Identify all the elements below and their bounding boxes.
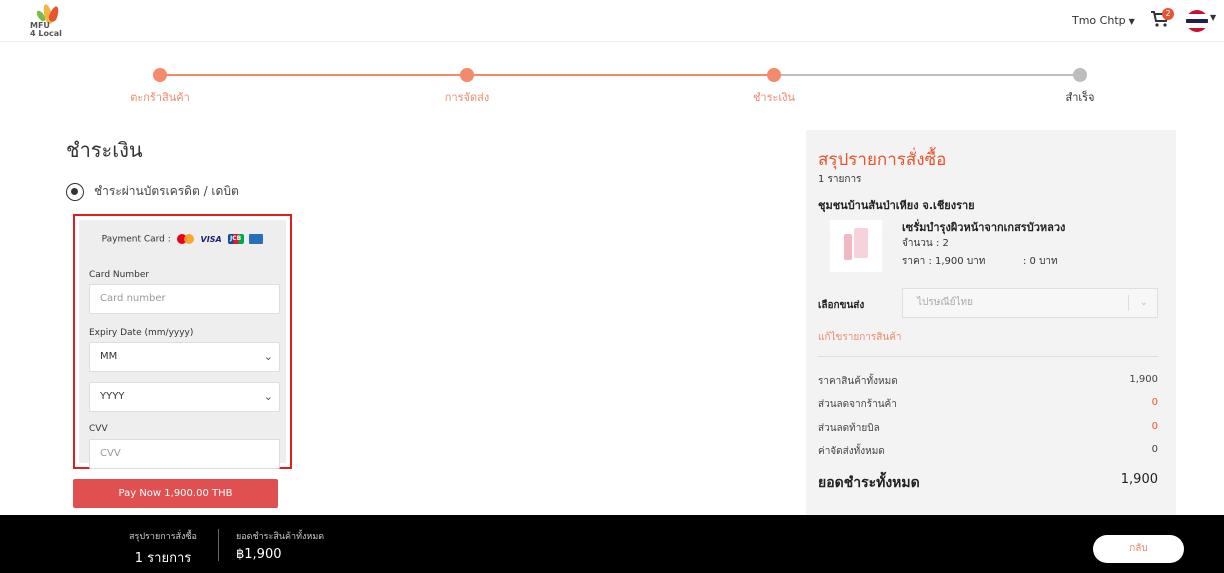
card-form-highlight: Payment Card : VISA JCB Card Number Card… <box>73 214 292 469</box>
footer-total-label: ยอดชำระสินค้าทั้งหมด <box>236 532 325 542</box>
cvv-label: CVV <box>89 424 108 434</box>
top-header: MFU 4 Local Tmo Chtp ▼ 2 ▼ <box>0 0 1224 42</box>
grand-total-row: ยอดชำระทั้งหมด 1,900 <box>818 472 1158 494</box>
card-number-input[interactable]: Card number <box>89 284 280 314</box>
cart-count-badge: 2 <box>1162 8 1174 20</box>
shop-discount-row: ส่วนลดจากร้านค้า 0 <box>818 397 1158 412</box>
edit-items-link[interactable]: แก้ไขรายการสินค้า <box>818 330 902 345</box>
footer-total: ยอดชำระสินค้าทั้งหมด ฿1,900 <box>236 529 324 562</box>
visa-icon: VISA <box>200 234 222 244</box>
caret-down-icon: ▼ <box>1128 17 1135 26</box>
step-label-cart[interactable]: ตะกร้าสินค้า <box>130 88 190 106</box>
cvv-input[interactable]: CVV <box>89 439 280 469</box>
chevron-down-icon: ⌄ <box>263 350 273 363</box>
step-dot-payment <box>767 68 781 82</box>
product-image <box>830 220 882 272</box>
step-label-shipping[interactable]: การจัดส่ง <box>445 88 489 106</box>
payment-card-label: Payment Card : <box>101 234 171 245</box>
mastercard-icon <box>176 234 195 244</box>
footer-summary-count: 1 รายการ <box>134 551 192 566</box>
year-value: YYYY <box>100 391 125 402</box>
cart-button[interactable]: 2 <box>1150 8 1174 32</box>
row-label: ราคาสินค้าทั้งหมด <box>818 376 898 387</box>
shop-name: ชุมชนบ้านสันป่าเหียง จ.เชียงราย <box>818 199 975 212</box>
footer-summary: สรุปรายการสั่งซื้อ 1 รายการ <box>118 529 208 568</box>
user-name: Tmo Chtp <box>1072 14 1126 27</box>
chevron-down-icon: ⌄ <box>263 390 273 403</box>
shipping-label: เลือกขนส่ง <box>818 300 865 311</box>
order-summary: สรุปรายการสั่งซื้อ 1 รายการ ชุมชนบ้านสัน… <box>806 130 1176 520</box>
logo-text: MFU 4 Local <box>30 21 62 38</box>
summary-title: สรุปรายการสั่งซื้อ <box>818 150 947 170</box>
product-shipping-fee: : 0 บาท <box>1023 256 1058 267</box>
row-value: 0 <box>1151 421 1158 432</box>
row-value: 0 <box>1151 397 1158 408</box>
checkout-stepper: ตะกร้าสินค้า การจัดส่ง ชำระเงิน สำเร็จ <box>0 60 1224 110</box>
summary-count: 1 รายการ <box>818 174 862 185</box>
pay-now-button[interactable]: Pay Now 1,900.00 THB <box>73 479 278 508</box>
row-label: ค่าจัดส่งทั้งหมด <box>818 446 885 457</box>
stepper-line-pending <box>774 74 1080 76</box>
radio-selected-icon[interactable] <box>66 182 84 201</box>
product-price: ราคา : 1,900 บาท <box>902 256 986 267</box>
select-separator <box>1128 295 1129 311</box>
expiry-label: Expiry Date (mm/yyyy) <box>89 328 194 338</box>
chevron-down-icon: ⌄ <box>1139 297 1148 308</box>
product-quantity: จำนวน : 2 <box>902 238 949 249</box>
user-menu[interactable]: Tmo Chtp ▼ <box>1072 14 1135 27</box>
card-form: Payment Card : VISA JCB Card Number Card… <box>79 220 286 469</box>
payment-method-label: ชำระผ่านบัตรเครดิต / เดบิต <box>94 184 239 198</box>
step-dot-shipping <box>460 68 474 82</box>
total-value: 1,900 <box>1120 472 1158 487</box>
expiry-month-select[interactable]: MM ⌄ <box>89 342 280 372</box>
total-label: ยอดชำระทั้งหมด <box>818 475 920 491</box>
step-label-payment: ชำระเงิน <box>752 91 796 104</box>
caret-down-icon: ▼ <box>1210 13 1217 22</box>
product-name: เซรั่มบำรุงผิวหน้าจากเกสรบัวหลวง <box>902 221 1066 234</box>
row-label: ส่วนลดท้ายบิล <box>818 423 880 434</box>
step-dot-cart <box>153 68 167 82</box>
footer-total-value: ฿1,900 <box>236 547 282 562</box>
back-button[interactable]: กลับ <box>1093 535 1184 563</box>
bill-discount-row: ส่วนลดท้ายบิล 0 <box>818 421 1158 436</box>
footer-summary-label: สรุปรายการสั่งซื้อ <box>129 532 197 542</box>
row-value: 1,900 <box>1129 374 1158 385</box>
page-title: ชำระเงิน <box>66 138 143 162</box>
row-label: ส่วนลดจากร้านค้า <box>818 399 897 410</box>
payment-method-option[interactable]: ชำระผ่านบัตรเครดิต / เดบิต <box>66 182 239 201</box>
footer-divider <box>218 529 219 561</box>
expiry-year-select[interactable]: YYYY ⌄ <box>89 382 280 412</box>
bottom-bar: สรุปรายการสั่งซื้อ 1 รายการ ยอดชำระสินค้… <box>0 515 1224 573</box>
step-dot-success <box>1073 68 1087 82</box>
shipping-total-row: ค่าจัดส่งทั้งหมด 0 <box>818 444 1158 459</box>
shipping-select[interactable]: ไปรษณีย์ไทย ⌄ <box>902 288 1158 318</box>
amex-icon <box>249 234 264 244</box>
logo[interactable]: MFU 4 Local <box>30 2 64 38</box>
shipping-value: ไปรษณีย์ไทย <box>917 297 973 308</box>
thai-flag-icon[interactable] <box>1186 10 1208 32</box>
jcb-icon: JCB <box>227 234 244 244</box>
subtotal-row: ราคาสินค้าทั้งหมด 1,900 <box>818 374 1158 389</box>
divider <box>818 356 1158 357</box>
row-value: 0 <box>1151 444 1158 455</box>
step-label-success: สำเร็จ <box>1065 91 1095 104</box>
card-number-label: Card Number <box>89 270 150 280</box>
month-value: MM <box>100 351 118 362</box>
payment-card-row: Payment Card : VISA JCB <box>79 234 286 245</box>
